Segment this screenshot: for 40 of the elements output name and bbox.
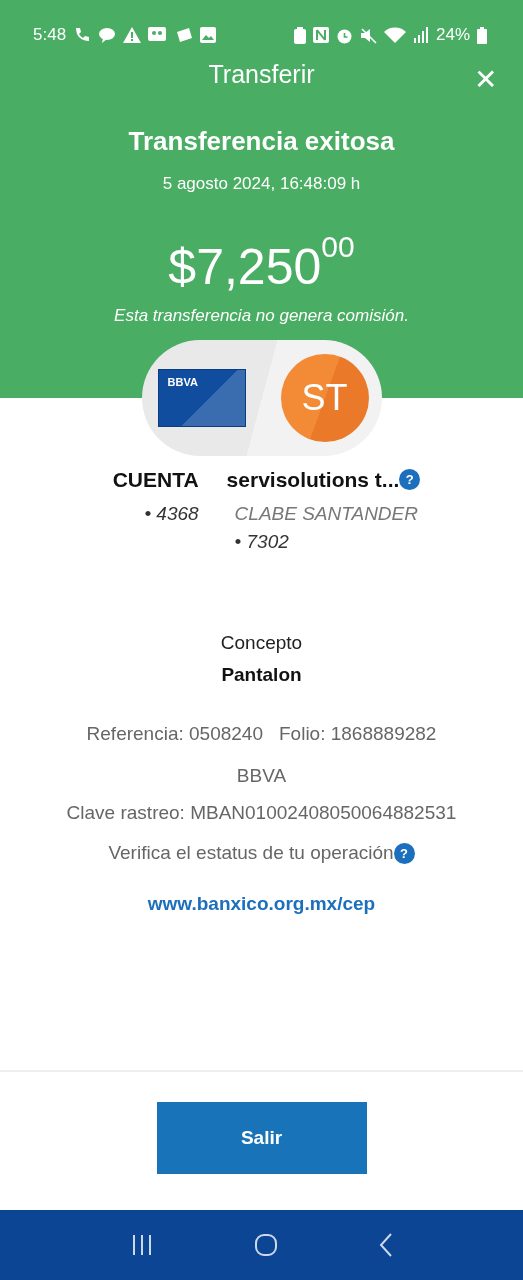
origin-name: CUENTA — [112, 467, 199, 493]
reference-text: Referencia: 0508240 — [86, 721, 263, 746]
mute-icon — [359, 26, 377, 44]
status-time: 5:48 — [33, 24, 67, 47]
warning-icon — [123, 27, 142, 43]
chat-icon — [98, 27, 117, 43]
help-icon[interactable]: ? — [393, 842, 415, 864]
recipient-account: • 7302 — [234, 530, 290, 554]
recipient-bank: CLABE SANTANDER — [234, 501, 419, 526]
home-icon[interactable] — [253, 1233, 278, 1257]
back-icon[interactable] — [378, 1233, 393, 1257]
success-heading: Transferencia exitosa — [127, 125, 396, 158]
verify-text: Verifica el estatus de tu operación — [108, 841, 394, 865]
tracking-key: Clave rastreo: MBAN01002408050064882531 — [0, 798, 523, 827]
concept-value: Pantalon — [220, 663, 303, 687]
concept-label: Concepto — [219, 630, 304, 655]
banxico-link[interactable]: www.banxico.org.mx/cep — [147, 892, 376, 914]
image-icon — [200, 27, 217, 43]
folio-text: Folio: 1868889282 — [279, 721, 437, 746]
bank-card-icon: BBVA — [157, 369, 246, 427]
close-button[interactable]: ✕ — [470, 62, 501, 98]
battery-saver-icon — [293, 26, 306, 44]
transfer-date: 5 agosto 2024, 16:48:09 h — [161, 173, 362, 195]
recent-apps-icon[interactable] — [130, 1235, 153, 1255]
origin-account: • 4368 — [143, 501, 199, 526]
phone-icon — [73, 26, 92, 44]
battery-percent: 24% — [435, 24, 470, 47]
battery-icon — [477, 26, 487, 44]
transfer-amount: $7,250$^{00}$ — [167, 236, 356, 297]
signal-icon — [412, 27, 429, 43]
wifi-icon — [383, 26, 406, 44]
recipient-name: servisolutions t... — [226, 467, 400, 493]
commission-note: Esta transferencia no genera comisión. — [113, 304, 410, 327]
avatar: ST — [280, 354, 369, 442]
help-icon[interactable]: ? — [399, 469, 421, 491]
voicemail-icon — [148, 27, 169, 43]
bank-text: BBVA — [235, 764, 288, 788]
exit-button[interactable]: Salir — [156, 1102, 367, 1174]
nfc-icon — [312, 27, 329, 43]
screen-title: Transferir — [208, 60, 315, 88]
